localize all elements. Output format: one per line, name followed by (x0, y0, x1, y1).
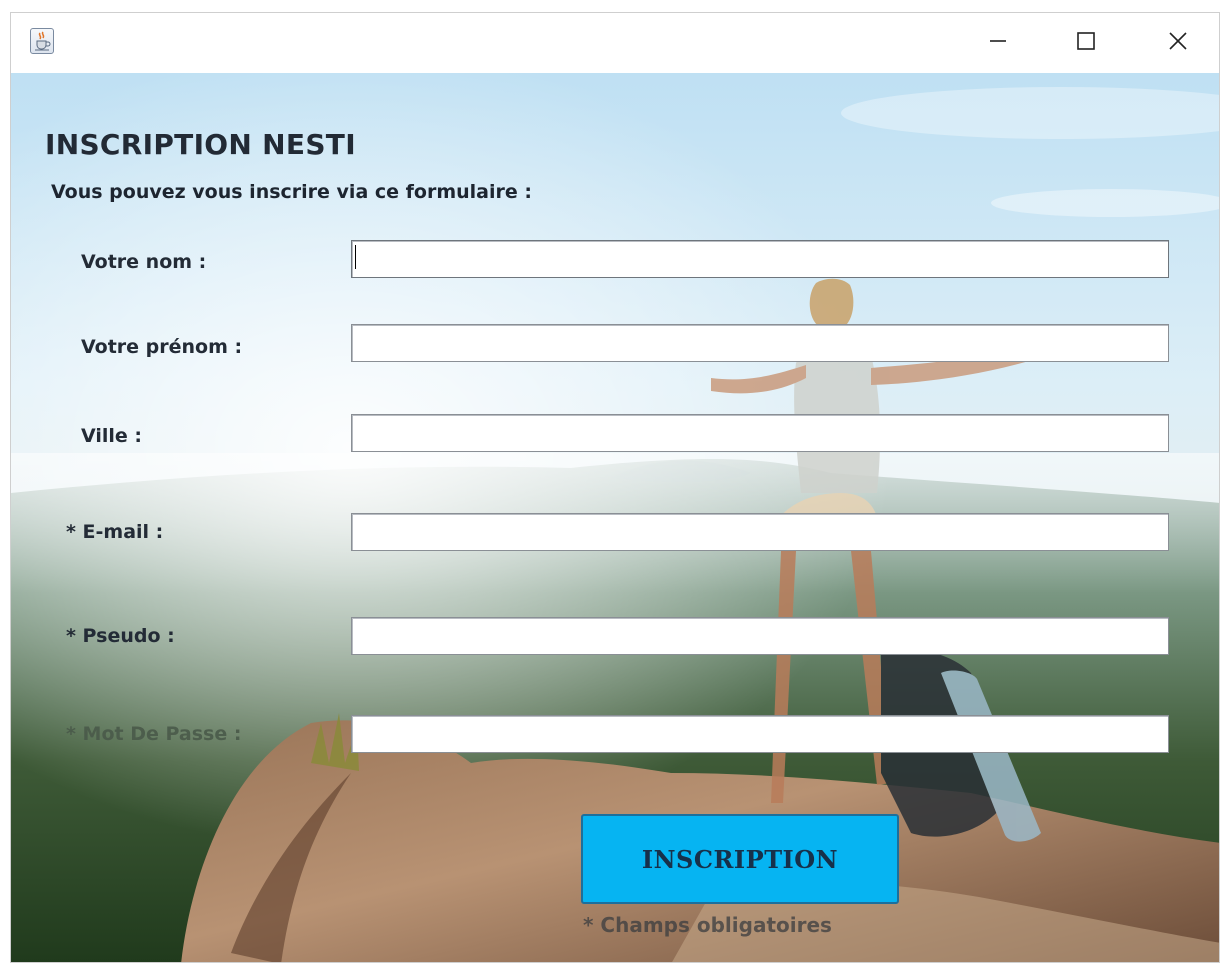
minimize-button[interactable] (967, 13, 1029, 69)
title-bar (11, 13, 1219, 73)
form-panel: INSCRIPTION NESTI Vous pouvez vous inscr… (11, 73, 1219, 962)
email-input[interactable] (351, 513, 1169, 551)
pseudo-input[interactable] (351, 617, 1169, 655)
inscription-button[interactable]: INSCRIPTION (581, 814, 899, 904)
prenom-input[interactable] (351, 324, 1169, 362)
minimize-icon (988, 31, 1008, 51)
maximize-icon (1076, 31, 1096, 51)
label-pseudo: * Pseudo : (66, 625, 175, 647)
maximize-button[interactable] (1055, 13, 1117, 69)
mot-de-passe-input[interactable] (351, 715, 1169, 753)
label-nom: Votre nom : (81, 251, 207, 273)
app-window: INSCRIPTION NESTI Vous pouvez vous inscr… (10, 12, 1220, 963)
required-fields-note: * Champs obligatoires (583, 913, 832, 937)
ville-input[interactable] (351, 414, 1169, 452)
label-prenom: Votre prénom : (81, 336, 243, 358)
java-cup-icon[interactable] (30, 28, 54, 54)
nom-input[interactable] (351, 240, 1169, 278)
form-title: INSCRIPTION NESTI (45, 128, 356, 161)
label-ville: Ville : (81, 425, 143, 447)
close-icon (1168, 31, 1188, 51)
label-email: * E-mail : (66, 521, 164, 543)
label-mot-de-passe: * Mot De Passe : (66, 723, 242, 745)
close-button[interactable] (1147, 13, 1209, 69)
form-subtitle: Vous pouvez vous inscrire via ce formula… (51, 181, 532, 203)
text-cursor (355, 245, 356, 269)
